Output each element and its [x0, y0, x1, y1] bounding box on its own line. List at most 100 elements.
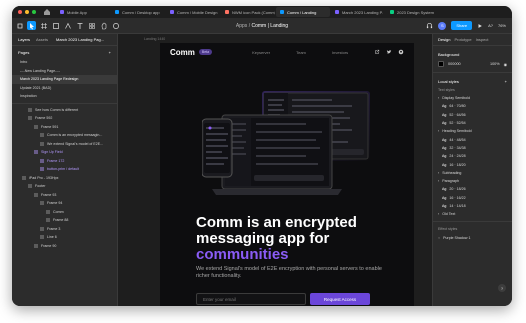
style-group[interactable]: › Paragraph: [433, 177, 512, 185]
background-hex[interactable]: 000000: [448, 62, 461, 66]
page-item[interactable]: Intro: [12, 58, 117, 67]
layer-item[interactable]: Frame 88: [12, 216, 117, 225]
github-icon[interactable]: [398, 49, 404, 55]
tab-design[interactable]: Design: [438, 37, 450, 42]
background-opacity[interactable]: 100%: [490, 62, 500, 66]
text-style-item[interactable]: Ag 24 · 24/28: [433, 152, 512, 160]
page-item[interactable]: Inspiration: [12, 92, 117, 101]
text-style-item[interactable]: Ag 44 · 48/54: [433, 135, 512, 143]
chevron-down-icon[interactable]: ›: [438, 171, 439, 175]
frame-label[interactable]: Landing 1440: [144, 37, 165, 41]
close-window-button[interactable]: [18, 10, 22, 14]
landing-frame[interactable]: Comm Beta Keyserver Team Investors Comm …: [160, 43, 414, 306]
file-tab[interactable]: NWM icon Pack (Comm): [221, 7, 275, 17]
text-style-item[interactable]: Ag 14 · 14/18: [433, 202, 512, 210]
avatar[interactable]: S: [438, 21, 447, 30]
file-tab[interactable]: 2023 Design System: [386, 7, 440, 17]
text-style-item[interactable]: Ag 16 · 18/20: [433, 160, 512, 168]
chevron-down-icon[interactable]: ›: [438, 96, 439, 100]
email-field[interactable]: Enter your email: [196, 293, 306, 305]
tab-prototype[interactable]: Prototype: [454, 37, 471, 42]
file-tab[interactable]: March 2023 Landing P.: [331, 7, 385, 17]
file-name[interactable]: Comm | Landing: [251, 23, 288, 29]
add-page-icon[interactable]: +: [109, 50, 111, 55]
file-tab-label: Comm / Mobile Design: [177, 9, 218, 15]
visibility-icon[interactable]: ◉: [504, 62, 507, 67]
style-group[interactable]: › Display Semibold: [433, 94, 512, 102]
layer-item-label: See how Comm is different: [35, 107, 79, 112]
text-style-item[interactable]: Ag 52 · 64/56: [433, 111, 512, 119]
layer-item[interactable]: Frame 93: [12, 191, 117, 200]
layer-item[interactable]: Sign Up Field: [12, 148, 117, 157]
layer-item[interactable]: Frame 591: [12, 123, 117, 132]
page-item[interactable]: ----New Landing Page----: [12, 67, 117, 76]
breadcrumb-project[interactable]: Apps: [236, 23, 247, 29]
minimize-window-button[interactable]: [25, 10, 29, 14]
chevron-down-icon[interactable]: ›: [438, 212, 439, 216]
frame-tool-icon[interactable]: [39, 21, 48, 30]
text-style-item[interactable]: Ag 52 · 52/54: [433, 119, 512, 127]
text-style-item[interactable]: Ag 32 · 34/38: [433, 144, 512, 152]
hand-tool-icon[interactable]: [99, 21, 108, 30]
style-group[interactable]: › Old Text: [433, 210, 512, 218]
add-style-icon[interactable]: +: [505, 79, 507, 84]
comment-tool-icon[interactable]: [111, 21, 120, 30]
layer-item[interactable]: Footer: [12, 182, 117, 191]
file-tab[interactable]: Mobile App: [56, 7, 110, 17]
background-swatch[interactable]: [438, 61, 444, 67]
layer-item[interactable]: Line 6: [12, 233, 117, 242]
layer-item[interactable]: Frame 592: [12, 114, 117, 123]
move-tool-icon[interactable]: [27, 21, 36, 30]
layer-item[interactable]: Frame 172: [12, 157, 117, 166]
text-style-item[interactable]: Ag 16 · 16/22: [433, 194, 512, 202]
file-tab[interactable]: Comm / Mobile Design: [166, 7, 220, 17]
canvas[interactable]: Landing 1440 Comm Beta Keyserver Team In…: [118, 34, 432, 306]
page-item[interactable]: March 2023 Landing Page Redesign: [12, 75, 117, 84]
text-tool-icon[interactable]: [75, 21, 84, 30]
main-menu-icon[interactable]: [15, 21, 24, 30]
tab-layers[interactable]: Layers: [18, 37, 30, 42]
effect-style-row[interactable]: ◌ Purple Shadow 1: [433, 233, 512, 241]
maximize-window-button[interactable]: [32, 10, 36, 14]
text-style-item[interactable]: Ag 64 · 70/80: [433, 102, 512, 110]
file-tab[interactable]: Comm / Desktop app: [111, 7, 165, 17]
zoom-level[interactable]: 76%: [498, 23, 506, 28]
layer-item[interactable]: We extend Signal's model of E2E...: [12, 140, 117, 149]
tab-inspect[interactable]: Inspect: [476, 37, 489, 42]
home-icon[interactable]: [42, 7, 52, 17]
headphones-icon[interactable]: [426, 22, 433, 29]
layer-item[interactable]: Frame 90: [12, 242, 117, 251]
nav-link-keyserver[interactable]: Keyserver: [252, 50, 270, 55]
share-button[interactable]: Share: [451, 21, 473, 30]
resources-tool-icon[interactable]: [87, 21, 96, 30]
chevron-down-icon[interactable]: ›: [438, 129, 439, 133]
file-tab[interactable]: Comm / Landing: [276, 7, 330, 17]
page-item[interactable]: Update 2021 (BAD): [12, 84, 117, 93]
twitter-icon[interactable]: [386, 49, 392, 55]
library-label[interactable]: A?: [488, 23, 493, 28]
shape-tool-icon[interactable]: [51, 21, 60, 30]
layer-item[interactable]: Frame 94: [12, 199, 117, 208]
text-style-icon: Ag: [442, 204, 447, 208]
style-group[interactable]: › Heading Semibold: [433, 127, 512, 135]
layer-type-icon: [34, 192, 38, 197]
request-access-button[interactable]: Request Access: [310, 293, 370, 305]
present-icon[interactable]: [477, 23, 483, 29]
pen-tool-icon[interactable]: [63, 21, 72, 30]
layer-item[interactable]: Comm: [12, 208, 117, 217]
text-style-item[interactable]: Ag 20 · 18/26: [433, 185, 512, 193]
layer-item[interactable]: button-prim / default: [12, 165, 117, 174]
help-button[interactable]: ?: [498, 284, 506, 292]
nav-link-investors[interactable]: Investors: [332, 50, 348, 55]
layer-item[interactable]: Frame 3: [12, 225, 117, 234]
current-page-selector[interactable]: March 2023 Landing Pag...: [56, 37, 104, 42]
external-link-icon[interactable]: [374, 49, 380, 55]
layer-item[interactable]: See how Comm is different: [12, 106, 117, 115]
background-fill-row[interactable]: 000000 100% ◉: [433, 59, 512, 69]
nav-link-team[interactable]: Team: [296, 50, 306, 55]
layer-item[interactable]: Comm is an encrypted messagin...: [12, 131, 117, 140]
tab-assets[interactable]: Assets: [36, 37, 48, 42]
style-group[interactable]: › Subheading: [433, 169, 512, 177]
layer-item[interactable]: iPad Pro - 193Hpx: [12, 174, 117, 183]
chevron-down-icon[interactable]: ›: [438, 179, 439, 183]
